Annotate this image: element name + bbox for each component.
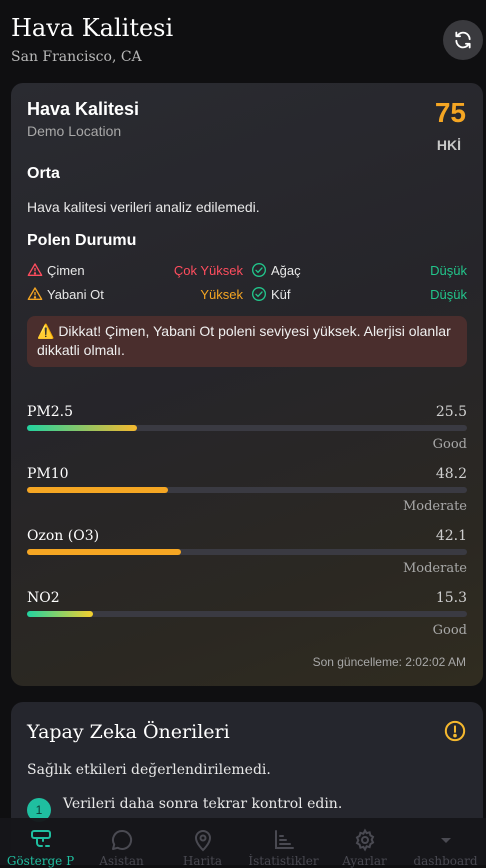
nav-label: Harita (182, 854, 223, 868)
pollutant-status: Moderate (402, 499, 467, 514)
nav-label: Gösterge P (6, 854, 75, 868)
dashboard-icon (30, 830, 51, 847)
pollutant-name: Ozon (O3) (27, 528, 100, 544)
nav-label: dashboard (413, 854, 478, 868)
ai-step-text: Verileri daha sonra tekrar kontrol edin. (63, 796, 343, 812)
map-pin-icon (194, 830, 211, 852)
aqi-value: 75 (434, 97, 466, 128)
pollutant-no2: NO2 15.3 Good (27, 590, 467, 640)
pollen-item-agac: Ağaç Düşük (251, 261, 467, 279)
aqi-level: Orta (27, 165, 60, 182)
pollen-value: Çok Yüksek (173, 262, 243, 278)
check-circle-icon (252, 287, 266, 301)
nav-label: İstatistikler (248, 854, 319, 868)
air-quality-card: Hava Kalitesi Demo Location 75 HKİ Orta … (11, 83, 483, 686)
pollutant-pm10: PM10 48.2 Moderate (27, 466, 467, 516)
refresh-icon (455, 31, 471, 49)
card-title: Hava Kalitesi (27, 99, 140, 119)
pollen-item-kuf: Küf Düşük (251, 285, 467, 303)
pollutant-status: Moderate (402, 561, 467, 576)
pollutant-value: 42.1 (435, 528, 467, 544)
analysis-text: Hava kalitesi verileri analiz edilemedi. (27, 199, 260, 215)
pollutant-value: 15.3 (435, 590, 467, 606)
pollen-name: Küf (271, 286, 291, 302)
warning-icon (27, 263, 43, 276)
pollutant-value: 25.5 (435, 404, 467, 420)
pollen-value: Yüksek (200, 286, 243, 302)
nav-item-map[interactable]: Harita (162, 818, 243, 868)
pollen-name: Ağaç (271, 262, 301, 278)
pollutant-status: Good (432, 437, 467, 452)
card-subtitle: Demo Location (27, 123, 122, 139)
pollutant-bar (27, 611, 467, 617)
pollen-name: Çimen (47, 262, 85, 278)
last-updated: Son güncelleme: 2:02:02 AM (312, 655, 466, 669)
warning-icon (27, 287, 43, 300)
info-icon[interactable] (444, 720, 466, 742)
pollen-item-cimen: Çimen Çok Yüksek (27, 261, 243, 279)
pollutant-bar (27, 487, 467, 493)
pollen-name: Yabani Ot (47, 286, 104, 302)
chat-icon (111, 829, 132, 850)
stats-icon (274, 830, 294, 849)
pollutant-bar (27, 549, 467, 555)
page-header: Hava Kalitesi San Francisco, CA (11, 14, 173, 65)
aqi-unit: HKİ (436, 137, 461, 153)
pollutant-name: PM2.5 (27, 404, 74, 420)
chevron-down-icon (440, 838, 451, 843)
pollutant-bar-fill (27, 425, 137, 431)
pollutant-bar-fill (27, 549, 181, 555)
gear-icon (355, 828, 374, 852)
nav-item-settings[interactable]: Ayarlar (324, 818, 405, 868)
pollutant-ozone: Ozon (O3) 42.1 Moderate (27, 528, 467, 578)
pollutant-status: Good (432, 623, 467, 638)
pollutant-name: NO2 (27, 590, 60, 606)
pollen-item-yabani-ot: Yabani Ot Yüksek (27, 285, 243, 303)
pollutant-pm25: PM2.5 25.5 Good (27, 404, 467, 454)
ai-title: Yapay Zeka Önerileri (27, 721, 230, 743)
page-title: Hava Kalitesi (11, 14, 174, 42)
nav-item-dashboard[interactable]: Gösterge P (0, 818, 81, 868)
pollutant-bar (27, 425, 467, 431)
nav-item-stats[interactable]: İstatistikler (243, 818, 324, 868)
refresh-button[interactable] (443, 20, 483, 60)
pollen-title: Polen Durumu (27, 232, 137, 249)
nav-label: Asistan (99, 854, 144, 868)
location-label: San Francisco, CA (11, 49, 142, 65)
nav-label: Ayarlar (342, 854, 387, 868)
check-circle-icon (252, 263, 266, 277)
pollen-value: Düşük (430, 286, 467, 302)
nav-item-assistant[interactable]: Asistan (81, 818, 162, 868)
pollutant-bar-fill (27, 611, 93, 617)
pollen-warning: ⚠️ Dikkat! Çimen, Yabani Ot poleni seviy… (27, 316, 467, 367)
ai-summary: Sağlık etkileri değerlendirilemedi. (27, 762, 271, 778)
pollutant-bar-fill (27, 487, 168, 493)
pollutant-value: 48.2 (435, 466, 467, 482)
bottom-nav: Gösterge P Asistan Harita İstatistikler … (0, 818, 486, 868)
pollen-value: Düşük (430, 262, 467, 278)
pollutant-name: PM10 (27, 466, 69, 482)
nav-item-more[interactable]: dashboard (405, 818, 486, 868)
